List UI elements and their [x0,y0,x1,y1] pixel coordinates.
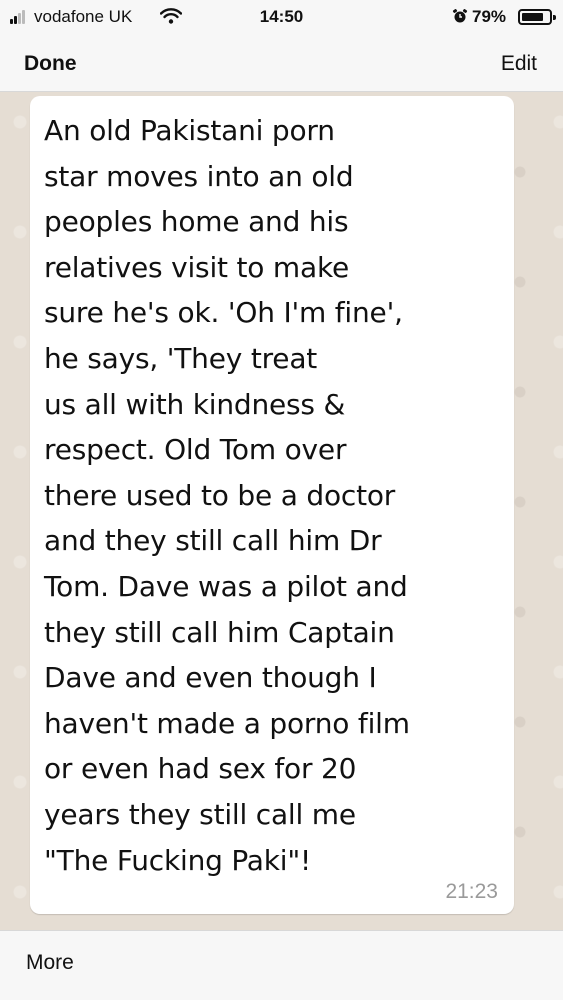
message-line: haven't made a porno film [44,706,410,740]
message-line: years they still call me [44,797,356,831]
message-line: Tom. Dave was a pilot and [44,569,408,603]
more-button[interactable]: More [26,951,74,975]
message-timestamp: 21:23 [445,880,498,903]
message-text: An old Pakistani porn star moves into an … [44,108,500,883]
message-line: he says, 'They treat [44,341,318,375]
navigation-bar: Done Edit [0,36,563,92]
bottom-toolbar: More [0,930,563,1000]
message-line: or even had sex for 20 [44,752,357,786]
message-line: respect. Old Tom over [44,433,347,467]
alarm-icon [452,9,468,23]
message-line: star moves into an old [44,159,354,193]
battery-icon [518,9,556,25]
message-line: Dave and even though I [44,661,377,695]
message-line: peoples home and his [44,205,349,239]
battery-percentage: 79% [472,7,507,26]
message-bubble[interactable]: An old Pakistani porn star moves into an … [30,96,514,914]
done-button[interactable]: Done [24,52,77,76]
message-line: relatives visit to make [44,250,349,284]
chat-area[interactable]: An old Pakistani porn star moves into an … [0,92,563,930]
message-line: An old Pakistani porn [44,114,335,147]
battery-fill [522,13,543,21]
message-line: us all with kindness & [44,387,346,421]
edit-button[interactable]: Edit [501,52,537,76]
message-line: they still call him Captain [44,615,395,649]
message-line: "The Fucking Paki"! [44,843,312,877]
message-line: and they still call him Dr [44,524,382,558]
message-line: sure he's ok. 'Oh I'm fine', [44,296,403,330]
message-line: there used to be a doctor [44,478,396,512]
status-bar: vodafone UK 14:50 79% [0,0,563,36]
